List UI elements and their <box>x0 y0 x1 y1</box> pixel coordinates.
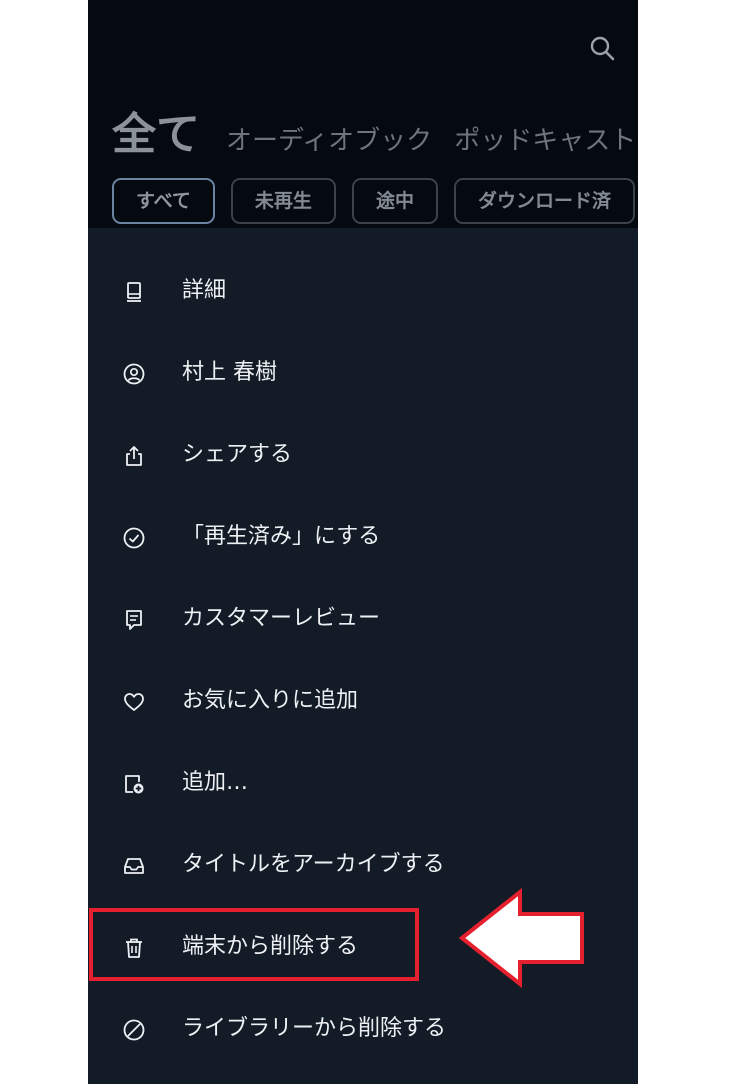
menu-item-author[interactable]: 村上 春樹 <box>88 332 638 414</box>
filter-downloaded[interactable]: ダウンロード済 <box>453 178 635 224</box>
menu-item-label: 追加… <box>182 770 249 795</box>
person-icon <box>123 363 145 385</box>
filter-unplayed[interactable]: 未再生 <box>230 178 336 224</box>
menu-item-share[interactable]: シェアする <box>88 414 638 496</box>
filter-all[interactable]: すべて <box>112 178 215 224</box>
tab-audiobooks[interactable]: オーディオブック <box>226 120 432 157</box>
pointer-arrow-icon <box>458 888 584 988</box>
share-icon <box>126 446 142 466</box>
menu-item-label: タイトルをアーカイブする <box>182 852 445 877</box>
check-circle-icon <box>123 527 145 549</box>
filter-in-progress[interactable]: 途中 <box>351 178 438 224</box>
filter-chips: すべて 未再生 途中 ダウンロード済 <box>112 178 638 224</box>
menu-item-add-to[interactable]: 追加… <box>88 742 638 824</box>
book-icon <box>127 282 141 302</box>
menu-item-label: シェアする <box>182 442 293 467</box>
search-button[interactable] <box>588 34 618 64</box>
menu-item-label: 「再生済み」にする <box>182 524 381 549</box>
menu-item-label: お気に入りに追加 <box>182 688 359 713</box>
menu-item-details[interactable]: 詳細 <box>88 250 638 332</box>
menu-item-label: ライブラリーから削除する <box>182 1016 447 1041</box>
archive-icon <box>124 858 144 874</box>
tab-all[interactable]: 全て <box>112 98 200 162</box>
tab-podcasts[interactable]: ポッドキャスト <box>454 120 636 157</box>
menu-item-label: 詳細 <box>182 278 227 303</box>
content-tabs: 全て オーディオブック ポッドキャスト <box>112 98 638 160</box>
search-icon <box>590 36 615 61</box>
menu-item-label: カスタマーレビュー <box>182 606 381 631</box>
heart-icon <box>124 693 144 711</box>
menu-item-favorite[interactable]: お気に入りに追加 <box>88 660 638 742</box>
block-icon <box>123 1019 145 1041</box>
review-icon <box>126 610 142 630</box>
menu-item-remove-from-library[interactable]: ライブラリーから削除する <box>88 988 638 1070</box>
menu-item-reviews[interactable]: カスタマーレビュー <box>88 578 638 660</box>
library-header: 全て オーディオブック ポッドキャスト すべて 未再生 途中 ダウンロード済 <box>88 0 638 228</box>
menu-item-label: 端末から削除する <box>182 934 359 959</box>
add-collection-icon <box>125 775 144 794</box>
menu-item-mark-played[interactable]: 「再生済み」にする <box>88 496 638 578</box>
trash-icon <box>126 938 142 958</box>
menu-item-label: 村上 春樹 <box>182 360 277 385</box>
